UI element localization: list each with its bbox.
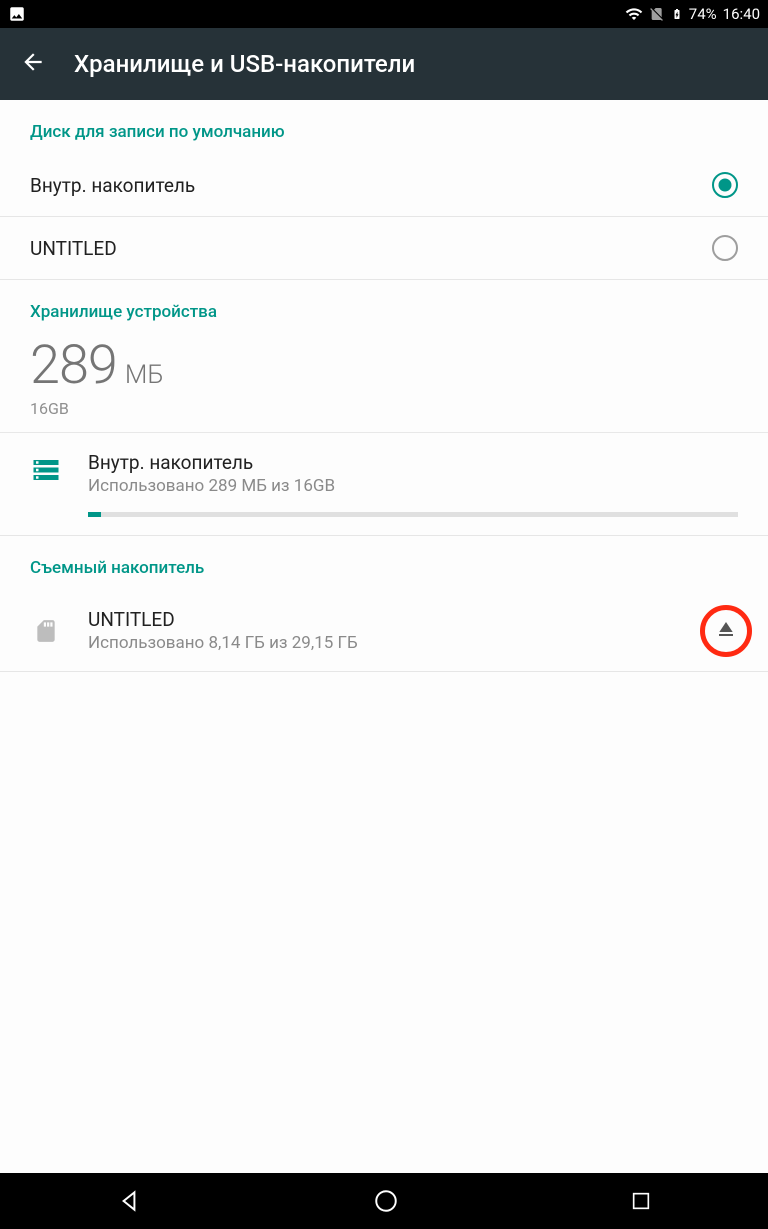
navigation-bar	[0, 1173, 768, 1229]
sd-card-icon	[30, 616, 62, 646]
clock-time: 16:40	[723, 5, 760, 23]
total-capacity: 16GB	[30, 399, 738, 418]
internal-sub: Использовано 289 МБ из 16GB	[88, 476, 738, 496]
wifi-icon	[625, 5, 643, 23]
nav-home-icon[interactable]	[373, 1188, 399, 1214]
radio-selected-icon[interactable]	[712, 172, 738, 198]
option-untitled-label: UNTITLED	[30, 237, 712, 260]
eject-icon[interactable]	[714, 617, 738, 645]
removable-storage-item[interactable]: UNTITLED Использовано 8,14 ГБ из 29,15 Г…	[0, 590, 768, 672]
option-internal-storage[interactable]: Внутр. накопитель	[0, 154, 768, 217]
nav-back-icon[interactable]	[116, 1188, 142, 1214]
radio-unselected-icon[interactable]	[712, 235, 738, 261]
internal-progress-bar	[88, 512, 738, 517]
battery-charging-icon	[671, 5, 683, 23]
picture-icon	[8, 5, 26, 23]
page-title: Хранилище и USB-накопители	[74, 50, 415, 78]
back-icon[interactable]	[20, 49, 46, 79]
internal-title: Внутр. накопитель	[88, 451, 738, 474]
removable-sub: Использовано 8,14 ГБ из 29,15 ГБ	[88, 633, 688, 653]
status-bar: 74% 16:40	[0, 0, 768, 28]
storage-db-icon	[30, 455, 62, 485]
section-device-storage: Хранилище устройства	[0, 280, 768, 334]
device-storage-summary: 289 МБ 16GB	[0, 334, 768, 432]
option-internal-label: Внутр. накопитель	[30, 174, 712, 197]
nav-recent-icon[interactable]	[630, 1190, 652, 1212]
section-removable: Съемный накопитель	[0, 536, 768, 590]
used-value: 289	[30, 334, 117, 397]
internal-storage-item[interactable]: Внутр. накопитель Использовано 289 МБ из…	[0, 433, 768, 536]
removable-title: UNTITLED	[88, 608, 688, 631]
option-untitled[interactable]: UNTITLED	[0, 217, 768, 280]
sim-off-icon	[649, 5, 665, 23]
section-default-disk: Диск для записи по умолчанию	[0, 100, 768, 154]
battery-percent: 74%	[689, 5, 717, 23]
used-unit: МБ	[125, 360, 164, 390]
app-bar: Хранилище и USB-накопители	[0, 28, 768, 100]
